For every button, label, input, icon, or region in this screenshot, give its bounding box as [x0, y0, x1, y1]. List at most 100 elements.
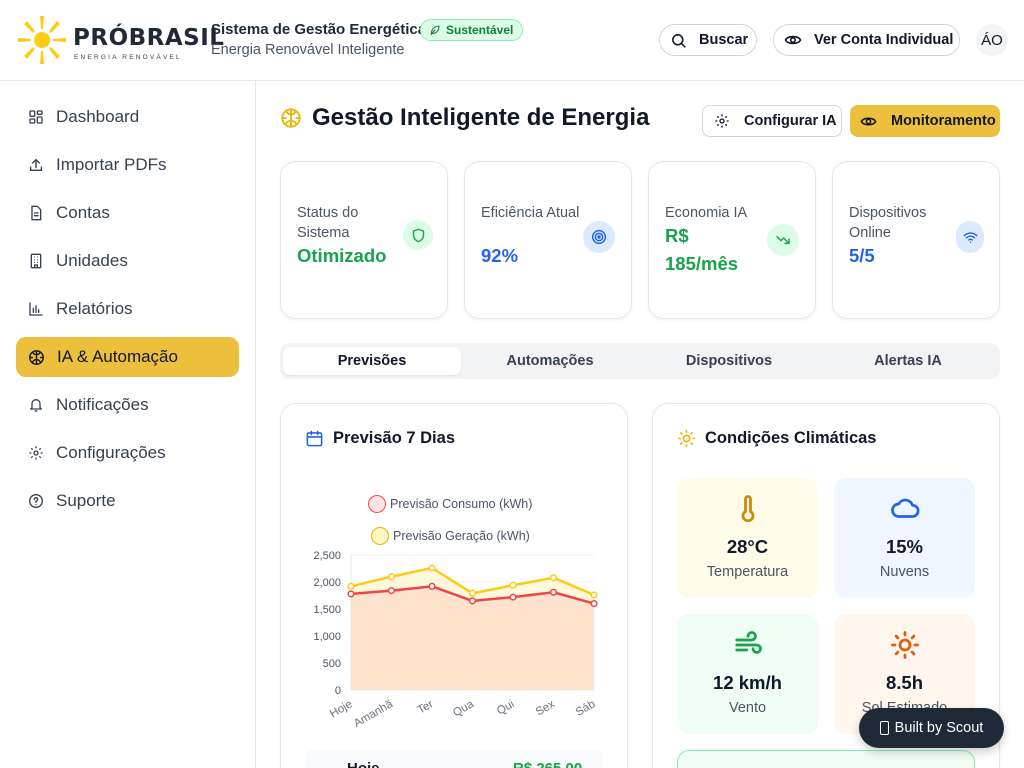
page-title: Gestão Inteligente de Energia [312, 104, 650, 131]
forecast-title-wrap: Previsão 7 Dias [305, 429, 455, 448]
stat-card-efficiency: Eficiência Atual 92% [464, 161, 632, 319]
tab-automations[interactable]: Automações [461, 347, 639, 375]
sidebar-item-reports[interactable]: Relatórios [16, 289, 239, 329]
gear-icon [715, 114, 729, 128]
weather-value: 15% [885, 536, 924, 557]
view-account-button[interactable]: Ver Conta Individual [773, 24, 960, 56]
x-tick-label: Amanhã [352, 698, 396, 729]
legend-label: Previsão Consumo (kWh) [390, 497, 533, 511]
sidebar-item-label: Suporte [56, 491, 116, 510]
tab-devices[interactable]: Dispositivos [640, 347, 818, 375]
tab-forecasts[interactable]: Previsões [283, 347, 461, 375]
stat-card-devices-online: Dispositivos Online 5/5 [832, 161, 1000, 319]
weather-card-temperature: 28°C Temperatura [677, 478, 818, 598]
sidebar-item-label: Contas [56, 203, 110, 222]
y-tick-label: 2,500 [313, 550, 341, 562]
file-icon [31, 205, 42, 221]
data-point-consumption [428, 582, 436, 590]
sidebar-item-label: Importar PDFs [56, 155, 167, 174]
sidebar-item-dashboard[interactable]: Dashboard [16, 97, 239, 137]
y-tick-label: 1,000 [313, 631, 341, 643]
upload-icon [30, 158, 42, 171]
search-button-label: Buscar [699, 32, 749, 48]
sidebar-item-label: Relatórios [56, 299, 133, 318]
building-icon [30, 253, 42, 269]
sun-icon [677, 429, 696, 448]
brand-name: PRÓBRASIL [73, 25, 225, 51]
data-point-consumption [347, 590, 355, 598]
y-tick-label: 0 [335, 685, 341, 697]
x-tick-label: Qua [451, 698, 476, 720]
configure-ai-label: Configurar IA [744, 113, 837, 129]
data-point-generation [428, 564, 436, 572]
eye-icon [784, 35, 802, 45]
sidebar-item-import-pdfs[interactable]: Importar PDFs [16, 145, 239, 185]
y-tick-label: 1,500 [313, 604, 341, 616]
eye-icon [860, 117, 877, 125]
sidebar-item-label: Notificações [56, 395, 149, 414]
data-point-generation [509, 581, 517, 589]
stat-card-system-status: Status do Sistema Otimizado [280, 161, 448, 319]
brain-icon [29, 349, 44, 365]
stat-label: Economia IA [665, 205, 748, 221]
sustainable-badge-label: Sustentável [446, 23, 514, 37]
weather-card-wind: 12 km/h Vento [677, 614, 818, 734]
configure-ai-button[interactable]: Configurar IA [702, 105, 842, 137]
stat-card-ai-savings: Economia IA R$ 185/mês [648, 161, 816, 319]
sidebar-item-units[interactable]: Unidades [16, 241, 239, 281]
legend-consumption[interactable]: Previsão Consumo (kWh) [368, 495, 532, 513]
thermometer-icon [741, 495, 754, 523]
search-button[interactable]: Buscar [659, 24, 757, 56]
sidebar-item-settings[interactable]: Configurações [16, 433, 239, 473]
sidebar-item-label: Configurações [56, 443, 166, 462]
weather-icon-wrap [677, 630, 818, 660]
monitoring-label: Monitoramento [891, 113, 996, 129]
data-point-consumption [509, 593, 517, 601]
legend-swatch [368, 495, 386, 513]
system-subtitle: Energia Renovável Inteligente [211, 42, 405, 58]
sidebar-item-accounts[interactable]: Contas [16, 193, 239, 233]
brand-tagline: ENERGIA RENOVÁVEL [74, 54, 182, 61]
tab-bar: Previsões Automações Dispositivos Alerta… [280, 343, 1000, 379]
stat-value: R$ 185/mês [665, 225, 739, 274]
view-account-label: Ver Conta Individual [814, 32, 954, 48]
sidebar-item-notifications[interactable]: Notificações [16, 385, 239, 425]
stat-label: Eficiência Atual [481, 205, 580, 221]
system-title: Sistema de Gestão Energética [211, 21, 427, 38]
app-header: PRÓBRASIL ENERGIA RENOVÁVEL Sistema de G… [0, 0, 1024, 81]
sun-icon [890, 631, 919, 659]
wifi-icon [963, 231, 977, 243]
sustainable-badge: Sustentável [420, 19, 524, 41]
data-point-consumption [590, 600, 598, 608]
x-tick-label: Qui [495, 698, 517, 717]
today-forecast-row: Hoje R$ 265,00 [305, 750, 603, 768]
cloud-icon [890, 498, 919, 518]
weather-icon-wrap [677, 494, 818, 524]
sidebar-item-support[interactable]: Suporte [16, 481, 239, 521]
weather-icon-wrap [834, 494, 975, 524]
y-tick-label: 500 [323, 658, 341, 670]
sidebar-item-label: Unidades [56, 251, 128, 270]
weather-label: Nuvens [879, 564, 930, 580]
stat-value: 5/5 [849, 245, 875, 266]
bar-chart-icon [29, 302, 43, 316]
bell-icon [30, 399, 42, 412]
stat-icon [956, 221, 984, 253]
weather-label: Temperatura [706, 564, 789, 580]
weather-value: 12 km/h [713, 672, 782, 693]
built-by-scout-badge[interactable]: Built by Scout [859, 708, 1004, 748]
tab-ai-alerts[interactable]: Alertas IA [819, 347, 997, 375]
stat-value: Otimizado [297, 245, 387, 266]
stat-label: Status do Sistema [297, 205, 359, 241]
user-avatar[interactable]: ÁO [976, 24, 1008, 56]
scout-label: Built by Scout [894, 720, 984, 736]
brand-logo[interactable]: PRÓBRASIL ENERGIA RENOVÁVEL [16, 14, 224, 66]
weather-value: 8.5h [885, 672, 924, 693]
weather-icon-wrap [834, 630, 975, 660]
sidebar-item-ai-automation[interactable]: IA & Automação [16, 337, 239, 377]
monitoring-button[interactable]: Monitoramento [850, 105, 1000, 137]
y-tick-label: 2,000 [313, 577, 341, 589]
leaf-icon [430, 25, 440, 36]
data-point-generation [347, 582, 355, 590]
data-point-generation [387, 573, 396, 581]
